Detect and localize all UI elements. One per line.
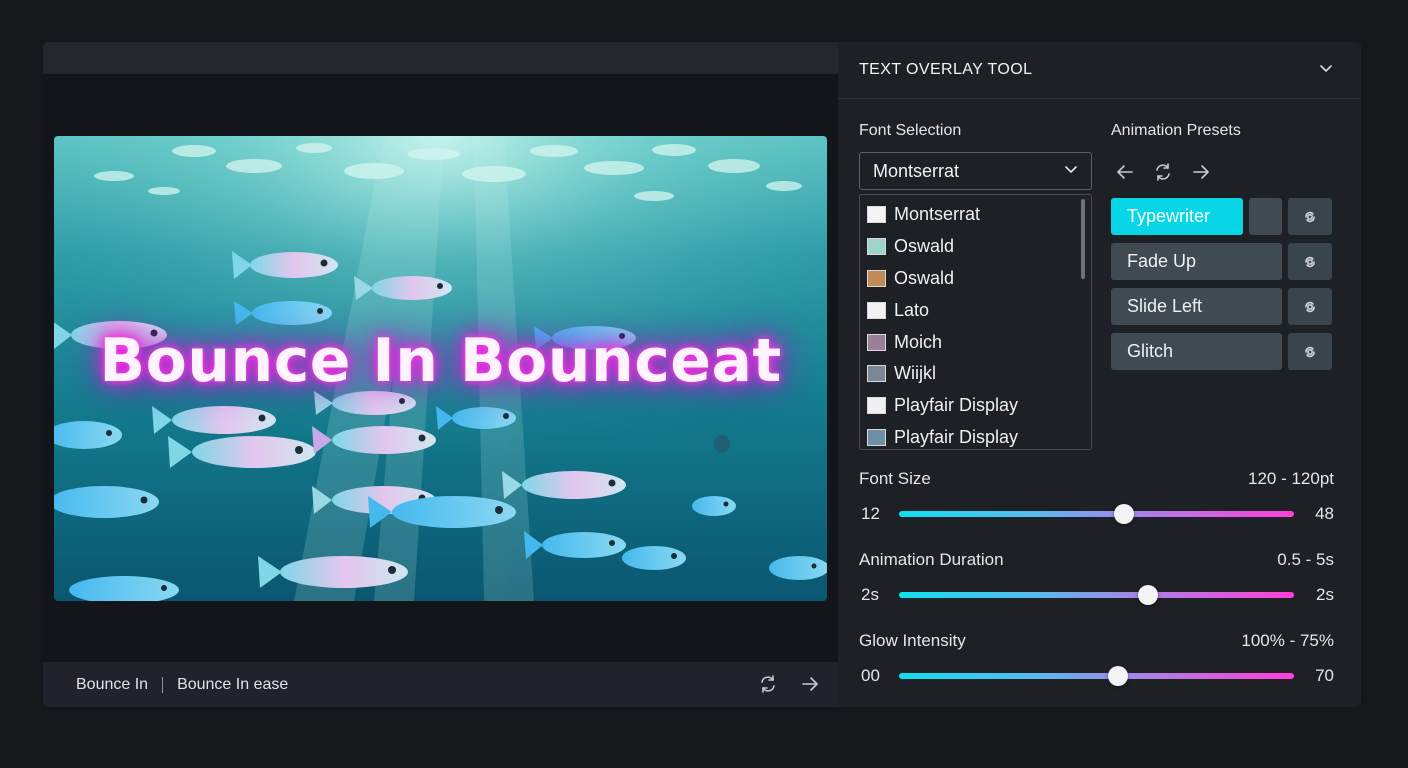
slider-max-label: 70	[1315, 666, 1334, 685]
font-item-label: Montserrat	[894, 204, 981, 225]
font-selection-label: Font Selection	[859, 122, 962, 139]
font-select[interactable]: Montserrat	[859, 152, 1092, 190]
font-list-item[interactable]: Playfair Display	[867, 390, 1091, 422]
font-selection-section: Font Selection Montserrat Montserrat Osw…	[859, 122, 1092, 450]
preview-top-strip	[43, 42, 838, 74]
chevron-down-icon	[1064, 165, 1078, 175]
animation-duration-label: Animation Duration	[859, 550, 1004, 569]
copy-icon	[1301, 298, 1319, 316]
animation-duration-range: 0.5 - 5s	[1277, 550, 1334, 569]
font-item-label: Moich	[894, 331, 943, 352]
preset-row: Fade Up	[1111, 243, 1341, 280]
font-list-item[interactable]: Montserrat	[867, 199, 1091, 231]
glow-intensity-control: Glow Intensity 100% - 75% 00 70	[859, 631, 1334, 688]
slider-min-label: 2s	[861, 585, 879, 604]
slider-max-label: 48	[1315, 504, 1334, 523]
overlay-text[interactable]: Bounce In Bounceat	[54, 326, 827, 396]
glow-intensity-slider[interactable]	[899, 666, 1294, 686]
refresh-icon[interactable]	[1153, 162, 1173, 182]
presets-nav	[1115, 162, 1341, 182]
preset-row: Typewriter	[1111, 198, 1341, 235]
font-thumbnail	[867, 333, 886, 351]
overlay-tool-panel: TEXT OVERLAY TOOL Font Selection Montser…	[838, 42, 1361, 707]
panel-header[interactable]: TEXT OVERLAY TOOL	[838, 42, 1361, 99]
preset-fade-up-button[interactable]: Fade Up	[1111, 243, 1282, 280]
font-item-label: Wiijkl	[894, 363, 936, 384]
chevron-down-icon[interactable]	[1319, 64, 1333, 74]
font-thumbnail	[867, 365, 886, 383]
refresh-icon[interactable]	[758, 674, 778, 694]
copy-icon	[1301, 208, 1319, 226]
glow-intensity-label: Glow Intensity	[859, 631, 966, 650]
preset-typewriter-button[interactable]: Typewriter	[1111, 198, 1243, 235]
font-thumbnail	[867, 269, 886, 287]
panel-title: TEXT OVERLAY TOOL	[859, 61, 1033, 78]
font-thumbnail	[867, 238, 886, 256]
preview-stage: Bounce In Bounceat	[43, 74, 838, 662]
arrow-right-icon[interactable]	[1191, 162, 1211, 182]
easing-name-label[interactable]: Bounce In ease	[177, 676, 288, 694]
font-list-item[interactable]: Wiijkl	[867, 358, 1091, 390]
font-item-label: Oswald	[894, 267, 955, 288]
font-list-item[interactable]: Oswald	[867, 231, 1091, 263]
font-item-label: Playfair Display	[894, 395, 1019, 416]
divider	[162, 676, 164, 693]
arrow-right-icon[interactable]	[800, 674, 820, 694]
duplicate-preset-button[interactable]	[1288, 288, 1332, 325]
font-item-label: Lato	[894, 299, 930, 320]
preview-canvas[interactable]: Bounce In Bounceat	[54, 136, 827, 601]
duplicate-preset-button[interactable]	[1288, 333, 1332, 370]
font-thumbnail	[867, 397, 886, 415]
preset-slide-left-button[interactable]: Slide Left	[1111, 288, 1282, 325]
font-list-item[interactable]: Lato	[867, 294, 1091, 326]
font-list-item[interactable]: Moich	[867, 326, 1091, 358]
copy-icon	[1301, 343, 1319, 361]
font-list-item[interactable]: Playfair Display	[867, 422, 1091, 454]
preset-color-swatch[interactable]	[1249, 198, 1282, 235]
slider-max-label: 2s	[1316, 585, 1334, 604]
glow-intensity-range: 100% - 75%	[1241, 631, 1334, 650]
arrow-left-icon[interactable]	[1115, 162, 1135, 182]
timeline-actions	[758, 674, 820, 694]
font-thumbnail	[867, 428, 886, 446]
font-list[interactable]: Montserrat Oswald Oswald Lato Moich Wiij…	[859, 194, 1092, 450]
duplicate-preset-button[interactable]	[1288, 198, 1332, 235]
font-list-item[interactable]: Oswald	[867, 263, 1091, 295]
preset-glitch-button[interactable]: Glitch	[1111, 333, 1282, 370]
timeline-bar: Bounce In Bounce In ease	[43, 662, 838, 707]
font-size-control: Font Size 120 - 120pt 12 48	[859, 469, 1334, 526]
copy-icon	[1301, 253, 1319, 271]
font-select-value: Montserrat	[873, 160, 960, 181]
animation-presets-section: Animation Presets Typewriter Fade Up Sli…	[1111, 122, 1341, 370]
duplicate-preset-button[interactable]	[1288, 243, 1332, 280]
animation-duration-slider[interactable]	[899, 585, 1294, 605]
animation-presets-label: Animation Presets	[1111, 122, 1241, 139]
font-item-label: Oswald	[894, 236, 955, 257]
app-window: Bounce In Bounceat Bounce In Bounce In e…	[43, 42, 1361, 707]
font-size-label: Font Size	[859, 469, 931, 488]
slider-handle[interactable]	[1114, 504, 1135, 524]
slider-handle[interactable]	[1108, 666, 1129, 686]
preset-row: Slide Left	[1111, 288, 1341, 325]
slider-min-label: 00	[861, 666, 880, 685]
animation-duration-control: Animation Duration 0.5 - 5s 2s 2s	[859, 550, 1334, 607]
preset-list: Typewriter Fade Up Slide Left Glitch	[1111, 198, 1341, 370]
font-list-scrollbar[interactable]	[1081, 199, 1085, 279]
font-size-range: 120 - 120pt	[1247, 469, 1334, 488]
font-item-label: Playfair Display	[894, 426, 1019, 447]
slider-handle[interactable]	[1137, 585, 1158, 605]
font-thumbnail	[867, 301, 886, 319]
preset-row: Glitch	[1111, 333, 1341, 370]
font-thumbnail	[867, 206, 886, 224]
animation-name-label[interactable]: Bounce In	[76, 676, 148, 694]
font-size-slider[interactable]	[899, 504, 1294, 524]
slider-min-label: 12	[861, 504, 880, 523]
